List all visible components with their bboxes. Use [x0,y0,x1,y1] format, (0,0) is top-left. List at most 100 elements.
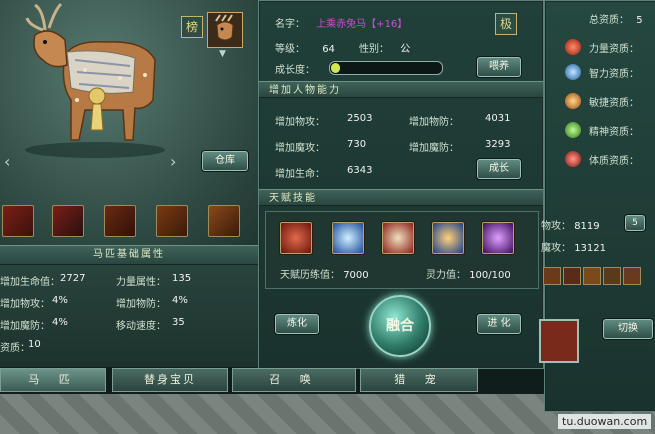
buff-chip-icon[interactable] [603,267,621,285]
buff-chip-icon[interactable] [623,267,641,285]
phys-attack-value: 8119 [574,221,600,232]
spirit-value-text: 100/100 [469,270,511,281]
power-label: 增加魔攻： [275,143,325,154]
base-attributes-panel: 马匹基础属性 增加生命值： 2727 力量属性： 135 增加物攻： 4% 增加… [0,245,258,367]
base-value: 2727 [60,273,86,284]
refine-button[interactable]: 炼化 [275,314,319,334]
equip-slot-1[interactable] [2,205,34,237]
power-label: 增加物防： [409,117,459,128]
pet-name-label: 名字： [275,19,305,30]
pet-name-row: 名字： 上乘赤兔马【+16】 [275,15,407,30]
agility-icon [565,93,581,109]
rank-badge[interactable]: 榜 [181,16,203,38]
talent-title: 天赋技能 [259,189,543,206]
aptitude-label: 精神资质： [589,127,639,138]
power-label: 增加魔防： [409,143,459,154]
bottom-tabs: 马 匹 替身宝贝 召 唤 猎 宠 [0,368,542,394]
base-value: 4% [172,295,188,306]
power-value: 2503 [347,113,373,124]
tab-horse[interactable]: 马 匹 [0,368,106,392]
rotate-right-icon[interactable]: › [170,152,176,171]
base-value: 135 [172,273,192,284]
sword-skill-icon[interactable] [382,222,414,254]
aptitude-label: 体质资质： [589,156,639,167]
base-attributes-title: 马匹基础属性 [0,245,258,265]
grow-button[interactable]: 成长 [477,159,521,179]
equip-frame[interactable] [539,319,579,363]
equipment-row [0,203,258,241]
level-value: 64 [322,44,335,55]
tab-substitute-baby[interactable]: 替身宝贝 [112,368,228,392]
phys-attack-label: 物攻 [541,221,561,232]
total-aptitude-label: 总资质： [589,15,629,26]
spirit-icon [565,122,581,138]
fuse-button[interactable]: 融合 [369,295,431,357]
talent-exp-value: 7000 [343,270,369,281]
rank-badge-label: 榜 [185,20,198,34]
right-attributes-panel: 总资质： 5 力量资质： 智力资质： 敏捷资质： 精神资质： 体质资质： 物攻：… [539,0,655,412]
power-value: 730 [347,139,367,150]
muscle-skill-icon[interactable] [280,222,312,254]
tab-hunt-pet[interactable]: 猎 宠 [360,368,478,392]
level-label: 等级： [275,44,305,55]
constitution-icon [565,151,581,167]
magic-attack-row: 魔攻： 13121 [541,243,606,254]
equip-slot-2[interactable] [52,205,84,237]
talent-title-text: 天赋技能 [269,193,317,204]
chevron-down-icon[interactable]: ▼ [219,49,226,59]
equip-slot-4[interactable] [156,205,188,237]
pet-gender-row: 性别： 公 [359,40,410,55]
total-aptitude-row: 总资质： 5 [589,11,643,26]
extreme-badge[interactable]: 极 [495,13,517,35]
aptitude-label: 智力资质： [589,69,639,80]
talent-exp: 天赋历练值： 7000 [280,266,369,281]
aptitude-label: 敏捷资质： [589,98,639,109]
deer-avatar-icon [215,14,234,41]
advance-button[interactable]: 进 化 [477,314,521,334]
gender-label: 性别： [359,44,389,55]
base-value: 10 [28,339,41,350]
magic-attack-label: 魔攻 [541,243,561,254]
buff-chip-icon[interactable] [563,267,581,285]
power-value: 6343 [347,165,373,176]
warehouse-button[interactable]: 仓库 [202,151,248,171]
pet-level-row: 等级： 64 [275,40,335,55]
base-attributes-title-text: 马匹基础属性 [93,249,165,260]
base-label: 增加生命值： [0,277,60,288]
add-power-title: 增加人物能力 [259,81,543,98]
base-label: 力量属性： [116,277,166,288]
buff-chip-icon[interactable] [583,267,601,285]
pet-info-panel: 名字： 上乘赤兔马【+16】 极 等级： 64 性别： 公 成长度： 喂养 增加… [258,0,544,369]
base-label: 移动速度： [116,321,166,332]
switch-button[interactable]: 切换 [603,319,653,339]
purple-flame-skill-icon[interactable] [482,222,514,254]
base-label: 增加物防： [116,299,166,310]
equip-slot-5[interactable] [208,205,240,237]
buff-chip-icon[interactable] [543,267,561,285]
total-aptitude-value: 5 [636,15,643,26]
feed-button[interactable]: 喂养 [477,57,521,77]
rotate-left-icon[interactable]: ‹ [4,152,10,171]
spirit-value: 灵力值： 100/100 [426,266,511,281]
talent-skills-box: 天赋历练值： 7000 灵力值： 100/100 [265,211,539,289]
power-value: 4031 [485,113,511,124]
growth-label: 成长度： [275,65,315,76]
add-power-title-text: 增加人物能力 [269,85,341,96]
ice-spirit-skill-icon[interactable] [332,222,364,254]
phys-attack-row: 物攻： 8119 [541,221,600,232]
base-label: 增加魔防： [0,321,50,332]
strength-icon [565,39,581,55]
magic-attack-value: 13121 [574,243,606,254]
extreme-badge-label: 极 [499,17,512,31]
pet-avatar-slot[interactable] [207,12,243,48]
intellect-icon [565,64,581,80]
aptitude-label: 力量资质： [589,44,639,55]
equip-slot-3[interactable] [104,205,136,237]
spirit-label: 灵力值： [426,270,466,281]
tab-summon[interactable]: 召 唤 [232,368,356,392]
deer-mount-image [25,2,165,158]
base-label: 增加物攻： [0,299,50,310]
shield-skill-icon[interactable] [432,222,464,254]
base-label: 资质： [0,343,30,354]
small-button[interactable]: 5 [625,215,645,231]
